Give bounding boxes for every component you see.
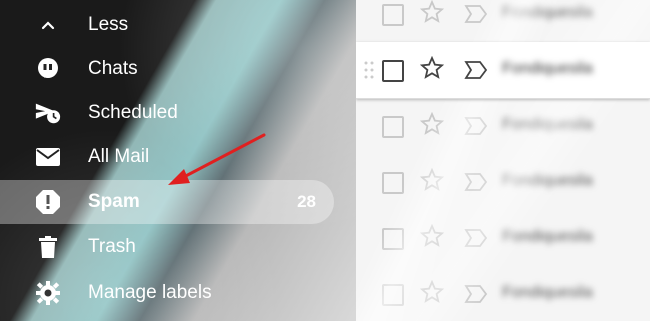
email-sender: Fondiquesila: [502, 116, 593, 133]
star-icon[interactable]: [420, 0, 444, 24]
sidebar-item-label: Less: [88, 14, 129, 35]
row-checkbox[interactable]: [382, 284, 404, 306]
important-marker-icon[interactable]: [464, 4, 488, 24]
gear-icon: [34, 279, 62, 307]
row-checkbox[interactable]: [382, 228, 404, 250]
email-sender: Fondiquesila: [502, 228, 593, 245]
email-row[interactable]: Fondiquesila: [356, 154, 650, 211]
sidebar-item-label: Spam: [88, 191, 140, 212]
scheduled-send-icon: [34, 99, 62, 127]
star-icon[interactable]: [420, 224, 444, 248]
sidebar-item-label: Manage labels: [88, 282, 212, 303]
unread-count-badge: 28: [297, 192, 316, 211]
sidebar-item-label: Chats: [88, 58, 138, 79]
chat-bubble-icon: [34, 55, 62, 83]
star-icon[interactable]: [420, 280, 444, 304]
trash-icon: [34, 233, 62, 261]
important-marker-icon[interactable]: [464, 116, 488, 136]
drag-handle-icon[interactable]: [364, 60, 374, 80]
email-sender: Fondiquesila: [502, 60, 593, 77]
sidebar-item-manage-labels[interactable]: Manage labels: [0, 271, 334, 315]
envelope-icon: [34, 143, 62, 171]
chevron-up-icon: [34, 11, 62, 39]
email-row[interactable]: Fondiquesila: [356, 98, 650, 155]
sidebar-item-label: Scheduled: [88, 102, 178, 123]
important-marker-icon[interactable]: [464, 60, 488, 80]
email-list: Fondiquesila Fondiquesila Fondiquesila F…: [356, 0, 650, 321]
email-row[interactable]: Fondiquesila: [356, 0, 650, 43]
important-marker-icon[interactable]: [464, 284, 488, 304]
sidebar-item-label: All Mail: [88, 146, 150, 167]
email-sender: Fondiquesila: [502, 284, 593, 301]
star-icon[interactable]: [420, 168, 444, 192]
email-row[interactable]: Fondiquesila: [356, 42, 650, 99]
email-sender: Fondiquesila: [502, 172, 593, 189]
important-marker-icon[interactable]: [464, 172, 488, 192]
important-marker-icon[interactable]: [464, 228, 488, 248]
spam-warning-icon: [34, 188, 62, 216]
sidebar-item-trash[interactable]: Trash: [0, 225, 334, 269]
sidebar-item-chats[interactable]: Chats: [0, 47, 334, 91]
star-icon[interactable]: [420, 112, 444, 136]
sidebar-item-label: Trash: [88, 236, 136, 257]
row-checkbox[interactable]: [382, 172, 404, 194]
red-pointer-arrow: [168, 133, 266, 185]
row-checkbox[interactable]: [382, 4, 404, 26]
sidebar-item-less[interactable]: Less: [0, 3, 334, 47]
email-sender: Fondiquesila: [502, 4, 593, 21]
star-icon[interactable]: [420, 56, 444, 80]
row-checkbox[interactable]: [382, 60, 404, 82]
row-checkbox[interactable]: [382, 116, 404, 138]
email-row[interactable]: Fondiquesila: [356, 210, 650, 267]
email-row[interactable]: Fondiquesila: [356, 266, 650, 321]
